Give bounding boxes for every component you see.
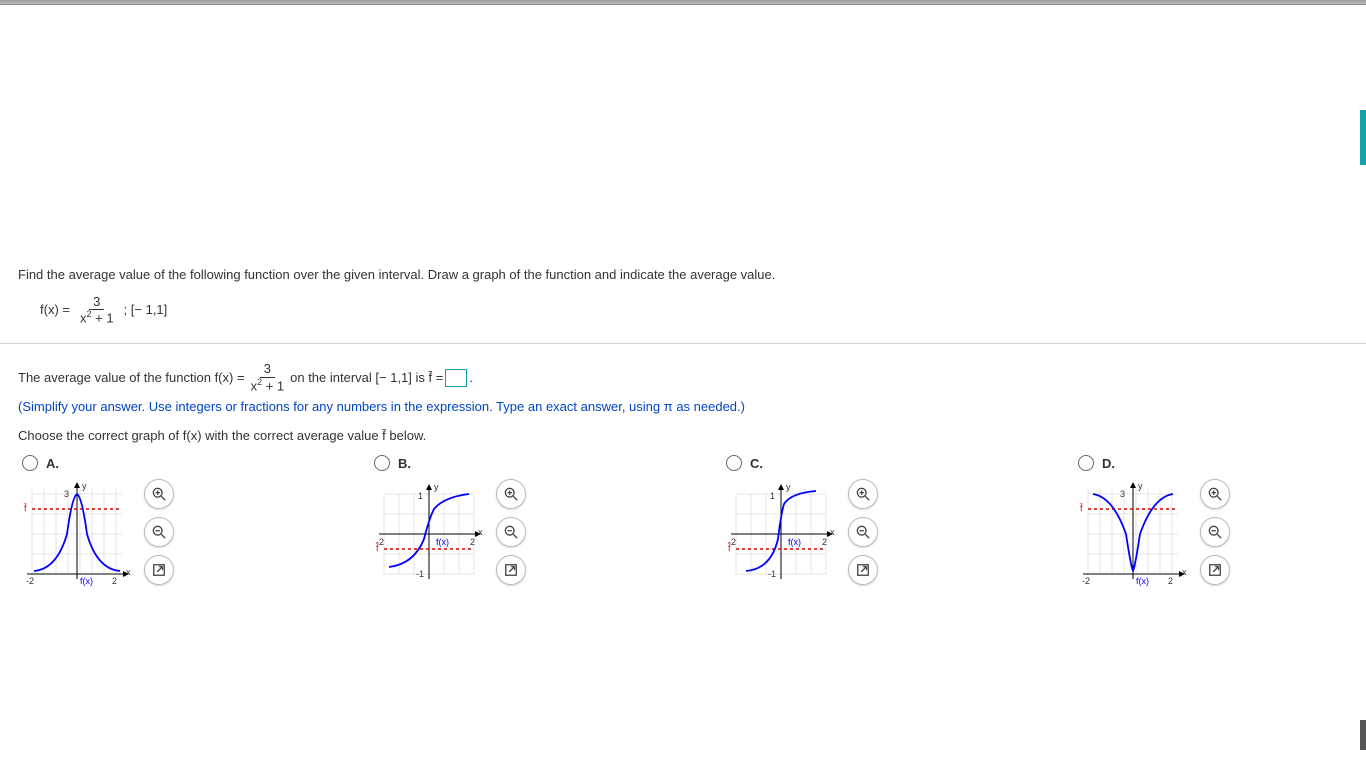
zoom-in-icon[interactable] [848, 479, 878, 509]
fraction: 3 x2 + 1 [76, 295, 118, 326]
zoom-out-icon[interactable] [848, 517, 878, 547]
denominator: x2 + 1 [76, 310, 118, 326]
graph-a[interactable]: y x 3 -2 2 f(x) f̄ [22, 479, 132, 589]
choice-b: B. y [374, 455, 526, 589]
fraction-inline: 3 x2 + 1 [247, 362, 289, 393]
choice-label: B. [398, 456, 411, 471]
interval: ; [− 1,1] [124, 302, 168, 317]
scroll-indicator [1360, 110, 1366, 165]
choice-c: C. y [726, 455, 878, 589]
answer-sentence: The average value of the function f(x) =… [18, 362, 1348, 393]
expand-icon[interactable] [144, 555, 174, 585]
radio-d[interactable] [1078, 455, 1094, 471]
choice-row: A. y [18, 455, 1348, 589]
choice-label: A. [46, 456, 59, 471]
choice-d: D. y [1078, 455, 1230, 589]
numerator: 3 [89, 295, 104, 310]
radio-c[interactable] [726, 455, 742, 471]
expand-icon[interactable] [848, 555, 878, 585]
graph-d[interactable]: y x 3 -2 2 f(x) f̄ [1078, 479, 1188, 589]
simplify-instruction: (Simplify your answer. Use integers or f… [18, 399, 1348, 414]
graph-b[interactable]: y x 1 -2 2 -1 f(x) f̄ [374, 479, 484, 589]
zoom-out-icon[interactable] [1200, 517, 1230, 547]
expand-icon[interactable] [1200, 555, 1230, 585]
expand-icon[interactable] [496, 555, 526, 585]
zoom-in-icon[interactable] [496, 479, 526, 509]
graph-choice-prompt: Choose the correct graph of f(x) with th… [18, 428, 1348, 443]
scroll-indicator-bottom [1360, 720, 1366, 750]
fx-label: f(x) = [40, 302, 70, 317]
radio-a[interactable] [22, 455, 38, 471]
answer-input[interactable] [445, 369, 467, 387]
zoom-out-icon[interactable] [496, 517, 526, 547]
zoom-in-icon[interactable] [1200, 479, 1230, 509]
graph-c[interactable]: y x 1 -2 2 -1 f(x) f̄ [726, 479, 836, 589]
section-divider [0, 343, 1366, 344]
choice-a: A. y [22, 455, 174, 589]
zoom-out-icon[interactable] [144, 517, 174, 547]
zoom-in-icon[interactable] [144, 479, 174, 509]
function-formula: f(x) = 3 x2 + 1 ; [− 1,1] [40, 295, 1348, 326]
radio-b[interactable] [374, 455, 390, 471]
choice-label: D. [1102, 456, 1115, 471]
choice-label: C. [750, 456, 763, 471]
question-text: Find the average value of the following … [18, 265, 1348, 285]
